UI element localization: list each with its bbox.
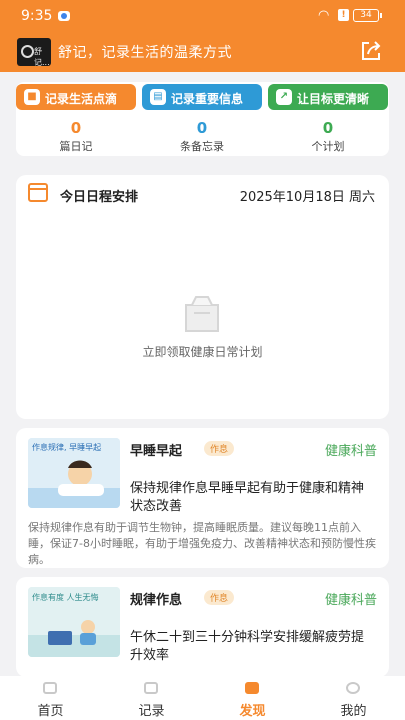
stat-diary-label-chip: ■ 记录生活点滴	[16, 84, 136, 110]
article-category: 健康科普	[324, 444, 377, 459]
notification-icon	[58, 11, 70, 21]
stat-memo-unit: 条备忘录	[180, 140, 224, 153]
article-headline: 保持规律作息早睡早起有助于健康和精神状态改善	[130, 481, 365, 514]
schedule-empty-button[interactable]: 立即领取健康日常计划	[16, 343, 389, 360]
tab-label: 发现	[239, 704, 266, 719]
stat-plan[interactable]: ↗ 让目标更清晰 0 个计划	[268, 82, 389, 156]
status-time: 9:35	[21, 8, 53, 24]
article-title: 早睡早起	[130, 444, 183, 459]
diary-icon: ■	[24, 89, 40, 105]
calendar-icon	[28, 183, 48, 202]
stat-diary-unit: 篇日记	[59, 140, 93, 153]
article-headline: 午休二十到三十分钟科学安排缓解疲劳提升效率	[130, 630, 365, 663]
alert-icon: !	[338, 9, 349, 21]
article-tag: 作息	[204, 441, 235, 456]
stat-plan-count: 0	[322, 119, 334, 137]
tab-label: 首页	[37, 704, 64, 719]
discover-icon	[245, 682, 259, 694]
tab-home[interactable]: 首页	[0, 676, 101, 720]
article-thumbnail-caption: 作息规律, 早睡早起	[32, 442, 101, 452]
home-icon	[43, 682, 57, 694]
stats-panel: ■ 记录生活点滴 0 篇日记 ▤ 记录重要信息 0 条备忘录 ↗ 让目标更清晰 …	[16, 82, 389, 156]
wifi-icon: ◠	[318, 8, 330, 23]
clipboard-icon: ▤	[150, 89, 166, 105]
tab-label: 记录	[138, 704, 165, 719]
stat-memo-count: 0	[196, 119, 208, 137]
tab-profile[interactable]: 我的	[303, 676, 404, 720]
article-title: 规律作息	[130, 593, 183, 608]
battery-icon: 34	[353, 9, 382, 22]
article-description: 保持规律作息有助于调节生物钟，提高睡眠质量。建议每晚11点前入睡，保证7-8小时…	[28, 521, 376, 566]
stat-diary[interactable]: ■ 记录生活点滴 0 篇日记	[16, 82, 139, 156]
article-category: 健康科普	[324, 593, 377, 608]
record-icon	[144, 682, 158, 694]
app-logo: 舒记...	[17, 38, 51, 66]
app-bar: 舒记... 舒记，记录生活的温柔方式	[0, 32, 405, 72]
stat-memo-label-chip: ▤ 记录重要信息	[142, 84, 262, 110]
profile-icon	[346, 682, 360, 694]
schedule-card: 今日日程安排 2025年10月18日 周六 立即领取健康日常计划	[16, 175, 389, 419]
article-card[interactable]: 作息有度 人生无悔 规律作息 作息 健康科普 午休二十到三十分钟科学安排缓解疲劳…	[16, 577, 389, 677]
chart-up-icon: ↗	[276, 89, 292, 105]
stat-plan-label-chip: ↗ 让目标更清晰	[268, 84, 388, 110]
stat-memo[interactable]: ▤ 记录重要信息 0 条备忘录	[142, 82, 265, 156]
stat-plan-unit: 个计划	[311, 140, 345, 153]
tab-record[interactable]: 记录	[101, 676, 202, 720]
tab-label: 我的	[340, 704, 367, 719]
article-thumbnail: 作息有度 人生无悔	[28, 587, 120, 657]
article-thumbnail: 作息规律, 早睡早起	[28, 438, 120, 508]
stat-diary-count: 0	[70, 119, 82, 137]
article-thumbnail-caption: 作息有度 人生无悔	[32, 592, 99, 602]
status-bar: 9:35 ◠ ! 34	[0, 0, 405, 32]
schedule-title: 今日日程安排	[60, 190, 139, 205]
share-icon[interactable]	[359, 39, 383, 63]
app-title: 舒记，记录生活的温柔方式	[58, 45, 232, 61]
bottom-tab-bar: 首页 记录 发现 我的	[0, 676, 405, 720]
empty-box-icon	[185, 296, 219, 332]
schedule-date: 2025年10月18日 周六	[239, 190, 375, 205]
tab-discover[interactable]: 发现	[202, 676, 303, 720]
article-card[interactable]: 作息规律, 早睡早起 早睡早起 作息 健康科普 保持规律作息早睡早起有助于健康和…	[16, 428, 389, 568]
article-tag: 作息	[204, 590, 235, 605]
